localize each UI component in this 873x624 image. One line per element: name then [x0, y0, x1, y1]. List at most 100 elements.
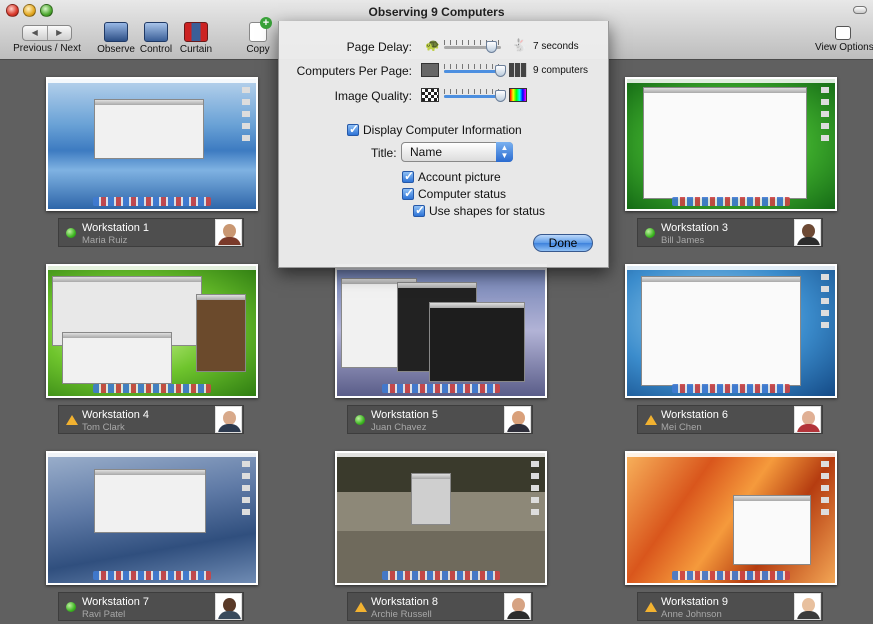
- slider-thumb[interactable]: [486, 41, 497, 53]
- image-quality-row: Image Quality:: [279, 87, 610, 105]
- control-button[interactable]: Control: [138, 22, 174, 55]
- computers-per-page-label: Computers Per Page:: [296, 64, 412, 78]
- status-ok-circle-icon: [645, 228, 655, 238]
- display-info-label: Display Computer Information: [363, 123, 522, 137]
- computer-name: Workstation 3: [661, 222, 729, 234]
- checkbox-checked-icon: [402, 186, 414, 200]
- account-picture-label: Account picture: [418, 170, 501, 184]
- observe-window: Observing 9 Computers ◀ ▶ Previous / Nex…: [0, 0, 873, 624]
- computer-info: Workstation 5 Juan Chavez: [347, 405, 533, 434]
- grid-screens-icon: [509, 63, 527, 77]
- previous-next-label: Previous / Next: [13, 43, 81, 54]
- computer-info: Workstation 7 Ravi Patel: [58, 592, 244, 621]
- use-shapes-label: Use shapes for status: [429, 204, 546, 218]
- computer-user: Tom Clark: [82, 422, 125, 433]
- screen-thumbnail[interactable]: [46, 451, 258, 585]
- view-options-panel: Page Delay: 🐢 🐇 7 seconds Computers Per …: [278, 21, 609, 268]
- computer-user: Ravi Patel: [82, 609, 126, 620]
- computer-info: Workstation 1 Maria Ruiz: [58, 218, 244, 247]
- toolbar-toggle-button[interactable]: [853, 6, 867, 14]
- control-icon: [144, 22, 168, 42]
- checkbox-checked-icon: [413, 203, 425, 217]
- computer-status-label: Computer status: [418, 187, 507, 201]
- copy-button[interactable]: Copy: [244, 17, 272, 55]
- high-quality-icon: [509, 88, 527, 102]
- status-ok-circle-icon: [355, 415, 365, 425]
- computers-per-page-value: 9 computers: [533, 65, 589, 76]
- slider-thumb[interactable]: [495, 90, 506, 102]
- avatar: [215, 219, 242, 246]
- computer-name: Workstation 1: [82, 222, 150, 234]
- page-delay-label: Page Delay:: [346, 40, 412, 54]
- computer-status-checkbox[interactable]: Computer status: [402, 186, 507, 203]
- single-screen-icon: [421, 63, 439, 77]
- computer-name: Workstation 5: [371, 409, 439, 421]
- status-warning-triangle-icon: [645, 602, 657, 612]
- screen-thumbnail[interactable]: [335, 264, 547, 398]
- previous-arrow-icon[interactable]: ◀: [23, 26, 47, 40]
- account-picture-checkbox[interactable]: Account picture: [402, 169, 501, 186]
- computer-user: Anne Johnson: [661, 609, 722, 620]
- computer-name: Workstation 9: [661, 596, 729, 608]
- status-warning-triangle-icon: [645, 415, 657, 425]
- computer-name: Workstation 4: [82, 409, 150, 421]
- status-warning-triangle-icon: [66, 415, 78, 425]
- slider-thumb[interactable]: [495, 65, 506, 77]
- curtain-button[interactable]: Curtain: [178, 22, 214, 55]
- page-delay-slider[interactable]: [444, 40, 501, 53]
- view-options-icon: [835, 26, 851, 40]
- slider-fill: [444, 95, 501, 98]
- screen-thumbnail[interactable]: [625, 77, 837, 211]
- observe-button[interactable]: Observe: [96, 22, 136, 55]
- screen-thumbnail[interactable]: [46, 77, 258, 211]
- done-button[interactable]: Done: [533, 234, 593, 252]
- computer-name: Workstation 8: [371, 596, 439, 608]
- next-arrow-icon[interactable]: ▶: [46, 26, 72, 40]
- low-quality-icon: [421, 88, 439, 102]
- computer-user: Mei Chen: [661, 422, 702, 433]
- computer-user: Bill James: [661, 235, 705, 246]
- use-shapes-checkbox[interactable]: Use shapes for status: [413, 203, 546, 220]
- screen-thumbnail[interactable]: [335, 451, 547, 585]
- status-ok-circle-icon: [66, 228, 76, 238]
- tortoise-icon: 🐢: [425, 38, 440, 52]
- view-options-button[interactable]: View Options: [815, 22, 873, 53]
- copy-items-icon: [249, 17, 272, 42]
- view-options-label: View Options: [815, 42, 873, 53]
- checkbox-checked-icon: [402, 169, 414, 183]
- previous-next-control[interactable]: ◀ ▶ Previous / Next: [12, 22, 82, 54]
- avatar: [794, 219, 821, 246]
- computer-info: Workstation 4 Tom Clark: [58, 405, 244, 434]
- title-label: Title:: [371, 146, 397, 160]
- computer-user: Juan Chavez: [371, 422, 427, 433]
- computers-per-page-row: Computers Per Page: 9 computers: [279, 62, 610, 80]
- computer-info: Workstation 6 Mei Chen: [637, 405, 823, 434]
- computers-per-page-slider[interactable]: [444, 64, 506, 77]
- status-ok-circle-icon: [66, 602, 76, 612]
- image-quality-slider[interactable]: [444, 89, 506, 102]
- page-delay-row: Page Delay: 🐢 🐇 7 seconds: [279, 38, 610, 56]
- computer-info: Workstation 8 Archie Russell: [347, 592, 533, 621]
- title-select[interactable]: Name ▲ ▼: [401, 142, 513, 162]
- avatar: [504, 406, 531, 433]
- avatar: [794, 406, 821, 433]
- observe-icon: [104, 22, 128, 42]
- curtain-label: Curtain: [179, 44, 213, 55]
- image-quality-label: Image Quality:: [334, 89, 412, 103]
- copy-label: Copy: [246, 44, 270, 55]
- screen-thumbnail[interactable]: [46, 264, 258, 398]
- avatar: [794, 593, 821, 620]
- checkbox-checked-icon: [347, 122, 359, 136]
- avatar: [215, 593, 242, 620]
- title-select-value: Name: [410, 145, 443, 159]
- screen-thumbnail[interactable]: [625, 451, 837, 585]
- avatar: [215, 406, 242, 433]
- computer-user: Archie Russell: [371, 609, 432, 620]
- display-info-checkbox[interactable]: Display Computer Information: [347, 122, 522, 139]
- computer-user: Maria Ruiz: [82, 235, 128, 246]
- screen-thumbnail[interactable]: [625, 264, 837, 398]
- page-delay-value: 7 seconds: [533, 41, 579, 52]
- control-label: Control: [139, 44, 173, 55]
- computer-name: Workstation 7: [82, 596, 150, 608]
- status-warning-triangle-icon: [355, 602, 367, 612]
